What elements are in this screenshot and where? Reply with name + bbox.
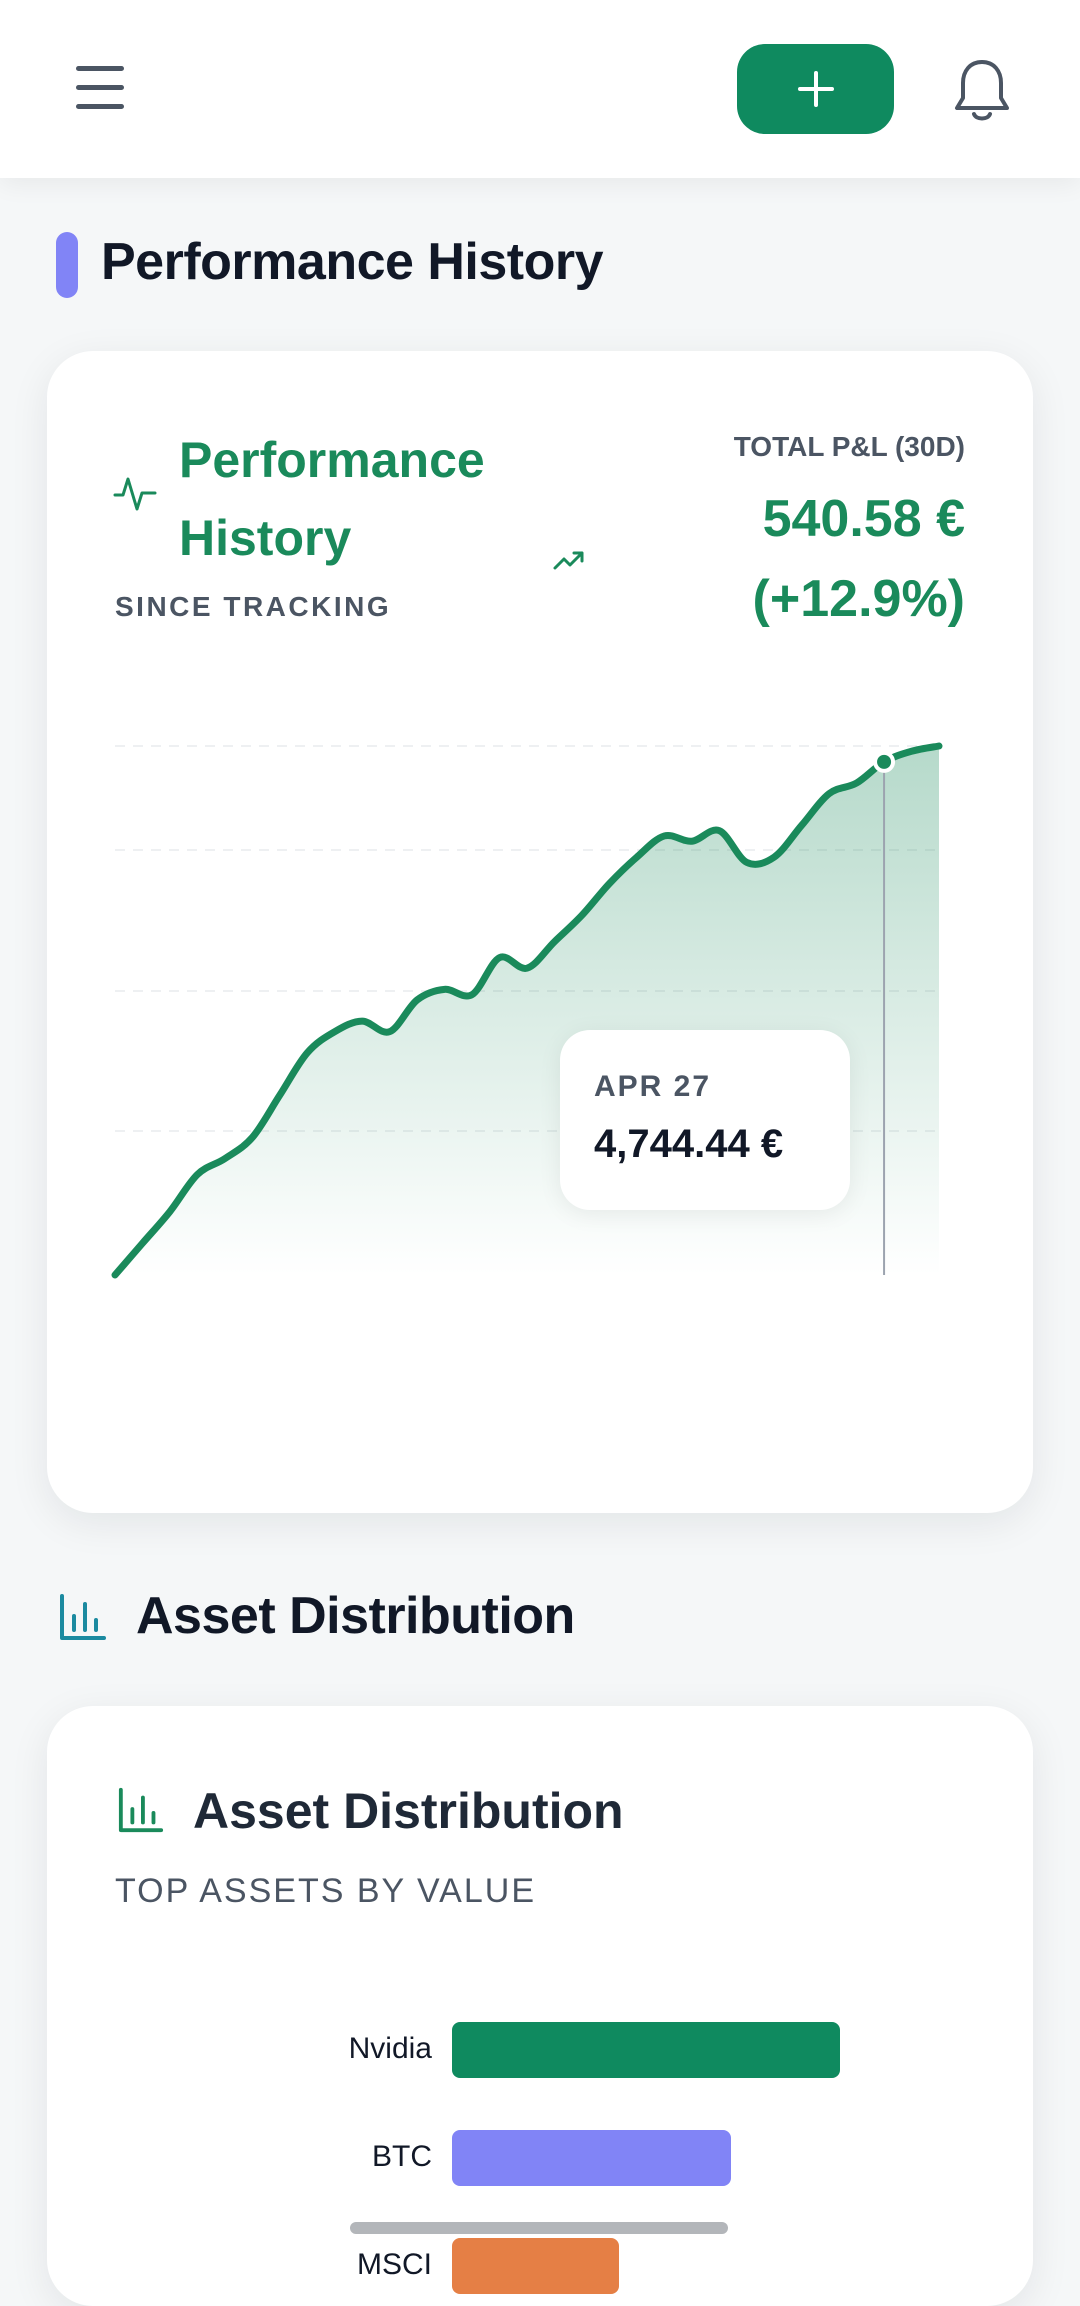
top-app-bar	[0, 0, 1080, 178]
performance-card: Performance History SINCE TRACKING TOTAL…	[47, 351, 1033, 1513]
distribution-section-title: Asset Distribution	[136, 1587, 575, 1645]
add-button[interactable]	[737, 44, 894, 134]
chart-tooltip: APR 27 4,744.44 €	[560, 1030, 850, 1210]
section-accent-bar	[56, 232, 78, 298]
chart-highlight-point[interactable]	[873, 750, 896, 773]
notifications-button[interactable]	[950, 56, 1014, 124]
performance-area-chart[interactable]	[47, 351, 1033, 1513]
tooltip-date: APR 27	[594, 1070, 712, 1103]
menu-line	[76, 104, 124, 109]
asset-bar[interactable]	[452, 2022, 840, 2078]
distribution-card-title: Asset Distribution	[193, 1783, 624, 1839]
bar-label: Nvidia	[348, 2032, 432, 2065]
bar-label: MSCI	[357, 2248, 432, 2281]
bar-label: BTC	[372, 2140, 432, 2173]
distribution-subtitle: TOP ASSETS BY VALUE	[115, 1872, 536, 1910]
bell-icon	[955, 60, 1009, 121]
bar-chart-icon	[60, 1594, 106, 1640]
asset-bar[interactable]	[452, 2238, 619, 2294]
horizontal-scrollbar[interactable]	[350, 2222, 728, 2234]
menu-line	[76, 66, 124, 71]
menu-line	[76, 85, 124, 90]
asset-bar[interactable]	[452, 2130, 732, 2186]
performance-section-title: Performance History	[101, 233, 604, 291]
plus-icon	[797, 71, 834, 107]
hamburger-icon[interactable]	[72, 60, 128, 116]
tooltip-value: 4,744.44 €	[594, 1122, 784, 1166]
bar-chart-icon	[118, 1787, 164, 1833]
distribution-card: Asset Distribution TOP ASSETS BY VALUE N…	[47, 1706, 1033, 2306]
